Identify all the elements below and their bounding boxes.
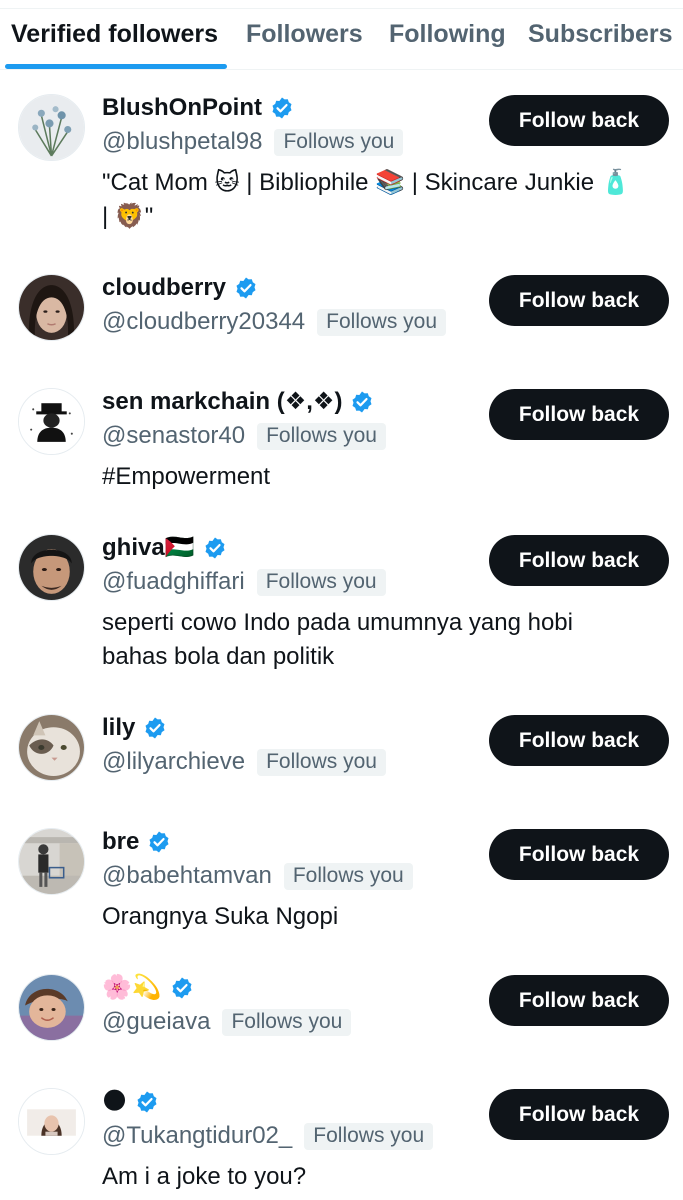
display-name[interactable]: lily (102, 714, 135, 742)
user-bio: seperti cowo Indo pada umumnya yang hobi… (102, 609, 573, 670)
hat-figure-icon (19, 389, 84, 454)
user-bio: Am i a joke to you? (102, 1163, 307, 1190)
handle-line: @gueiava Follows you (102, 1008, 352, 1036)
tab-following[interactable]: Following (389, 20, 506, 49)
follows-you-badge: Follows you (283, 862, 413, 890)
verified-badge-icon (205, 537, 225, 559)
handle-line: @babehtamvan Follows you (102, 862, 413, 890)
follows-you-badge: Follows you (304, 1122, 434, 1150)
user-handle[interactable]: @blushpetal98 (102, 128, 262, 156)
display-name[interactable]: ghiva🇵🇸 (102, 534, 195, 562)
user-handle[interactable]: @gueiava (102, 1008, 210, 1036)
handle-line: @blushpetal98 Follows you (102, 128, 404, 156)
follows-you-badge: Follows you (317, 308, 447, 336)
user-name[interactable]: BlushOnPoint (102, 94, 294, 122)
follows-you-badge: Follows you (256, 568, 386, 596)
handle-line: @Tukangtidur02_ Follows you (102, 1122, 434, 1150)
follow-back-button[interactable]: Follow back (489, 535, 669, 586)
display-name[interactable]: 🌑 (102, 1088, 127, 1116)
follows-you-badge: Follows you (274, 128, 404, 156)
flower-bouquet-icon (19, 95, 84, 160)
divider (0, 8, 683, 9)
user-handle[interactable]: @senastor40 (102, 422, 245, 450)
follow-back-button[interactable]: Follow back (489, 389, 669, 440)
man-portrait-icon (19, 535, 84, 600)
avatar[interactable] (18, 828, 85, 895)
verified-badge-icon (172, 977, 192, 999)
tab-subscribers[interactable]: Subscribers (528, 20, 673, 49)
verified-badge-icon (352, 391, 372, 413)
avatar[interactable] (18, 274, 85, 341)
avatar[interactable] (18, 388, 85, 455)
user-bio: Orangnya Suka Ngopi (102, 903, 339, 930)
user-handle[interactable]: @fuadghiffari (102, 568, 245, 596)
avatar[interactable] (18, 1088, 85, 1155)
verified-badge-icon (145, 717, 165, 739)
user-bio: #Empowerment (102, 463, 271, 490)
user-name[interactable]: lily (102, 714, 167, 742)
follows-you-badge: Follows you (257, 422, 386, 450)
user-bio: "Cat Mom 🐱 | Bibliophile 📚 | Skincare Ju… (102, 169, 631, 230)
display-name[interactable]: bre (102, 828, 139, 856)
display-name[interactable]: cloudberry (102, 274, 226, 302)
display-name[interactable]: 🌸💫 (102, 974, 162, 1002)
user-name[interactable]: ghiva🇵🇸 (102, 534, 227, 562)
user-name[interactable]: 🌑 (102, 1088, 159, 1116)
handle-line: @lilyarchieve Follows you (102, 748, 386, 776)
follow-back-button[interactable]: Follow back (489, 829, 669, 880)
tab-verified-followers[interactable]: Verified followers (11, 20, 218, 49)
follow-back-button[interactable]: Follow back (489, 95, 669, 146)
avatar[interactable] (18, 534, 85, 601)
user-name[interactable]: 🌸💫 (102, 974, 194, 1002)
tab-followers[interactable]: Followers (246, 20, 363, 49)
user-name[interactable]: bre (102, 828, 171, 856)
selfie-photo-icon (19, 1089, 84, 1154)
cat-photo-icon (19, 715, 84, 780)
supermarket-photo-icon (19, 829, 84, 894)
user-name[interactable]: sen markchain (❖,❖) (102, 388, 374, 416)
display-name[interactable]: BlushOnPoint (102, 94, 262, 122)
handle-line: @senastor40 Follows you (102, 422, 386, 450)
verified-badge-icon (272, 97, 292, 119)
woman-portrait-icon (19, 275, 84, 340)
active-tab-indicator (5, 64, 227, 69)
avatar[interactable] (18, 974, 85, 1041)
user-handle[interactable]: @babehtamvan (102, 862, 272, 890)
tab-bar: Verified followers Followers Following S… (0, 0, 683, 70)
handle-line: @cloudberry20344 Follows you (102, 308, 447, 336)
avatar[interactable] (18, 714, 85, 781)
follows-you-badge: Follows you (257, 748, 386, 776)
avatar[interactable] (18, 94, 85, 161)
user-handle[interactable]: @Tukangtidur02_ (102, 1122, 292, 1150)
follow-back-button[interactable]: Follow back (489, 975, 669, 1026)
handle-line: @fuadghiffari Follows you (102, 568, 386, 596)
display-name[interactable]: sen markchain (❖,❖) (102, 388, 342, 416)
verified-badge-icon (137, 1091, 157, 1113)
follow-back-button[interactable]: Follow back (489, 715, 669, 766)
user-handle[interactable]: @lilyarchieve (102, 748, 245, 776)
user-name[interactable]: cloudberry (102, 274, 258, 302)
baby-photo-icon (19, 975, 84, 1040)
follow-back-button[interactable]: Follow back (489, 275, 669, 326)
follow-back-button[interactable]: Follow back (489, 1089, 669, 1140)
verified-badge-icon (236, 277, 256, 299)
follows-you-badge: Follows you (222, 1008, 352, 1036)
verified-badge-icon (149, 831, 169, 853)
user-handle[interactable]: @cloudberry20344 (102, 308, 305, 336)
